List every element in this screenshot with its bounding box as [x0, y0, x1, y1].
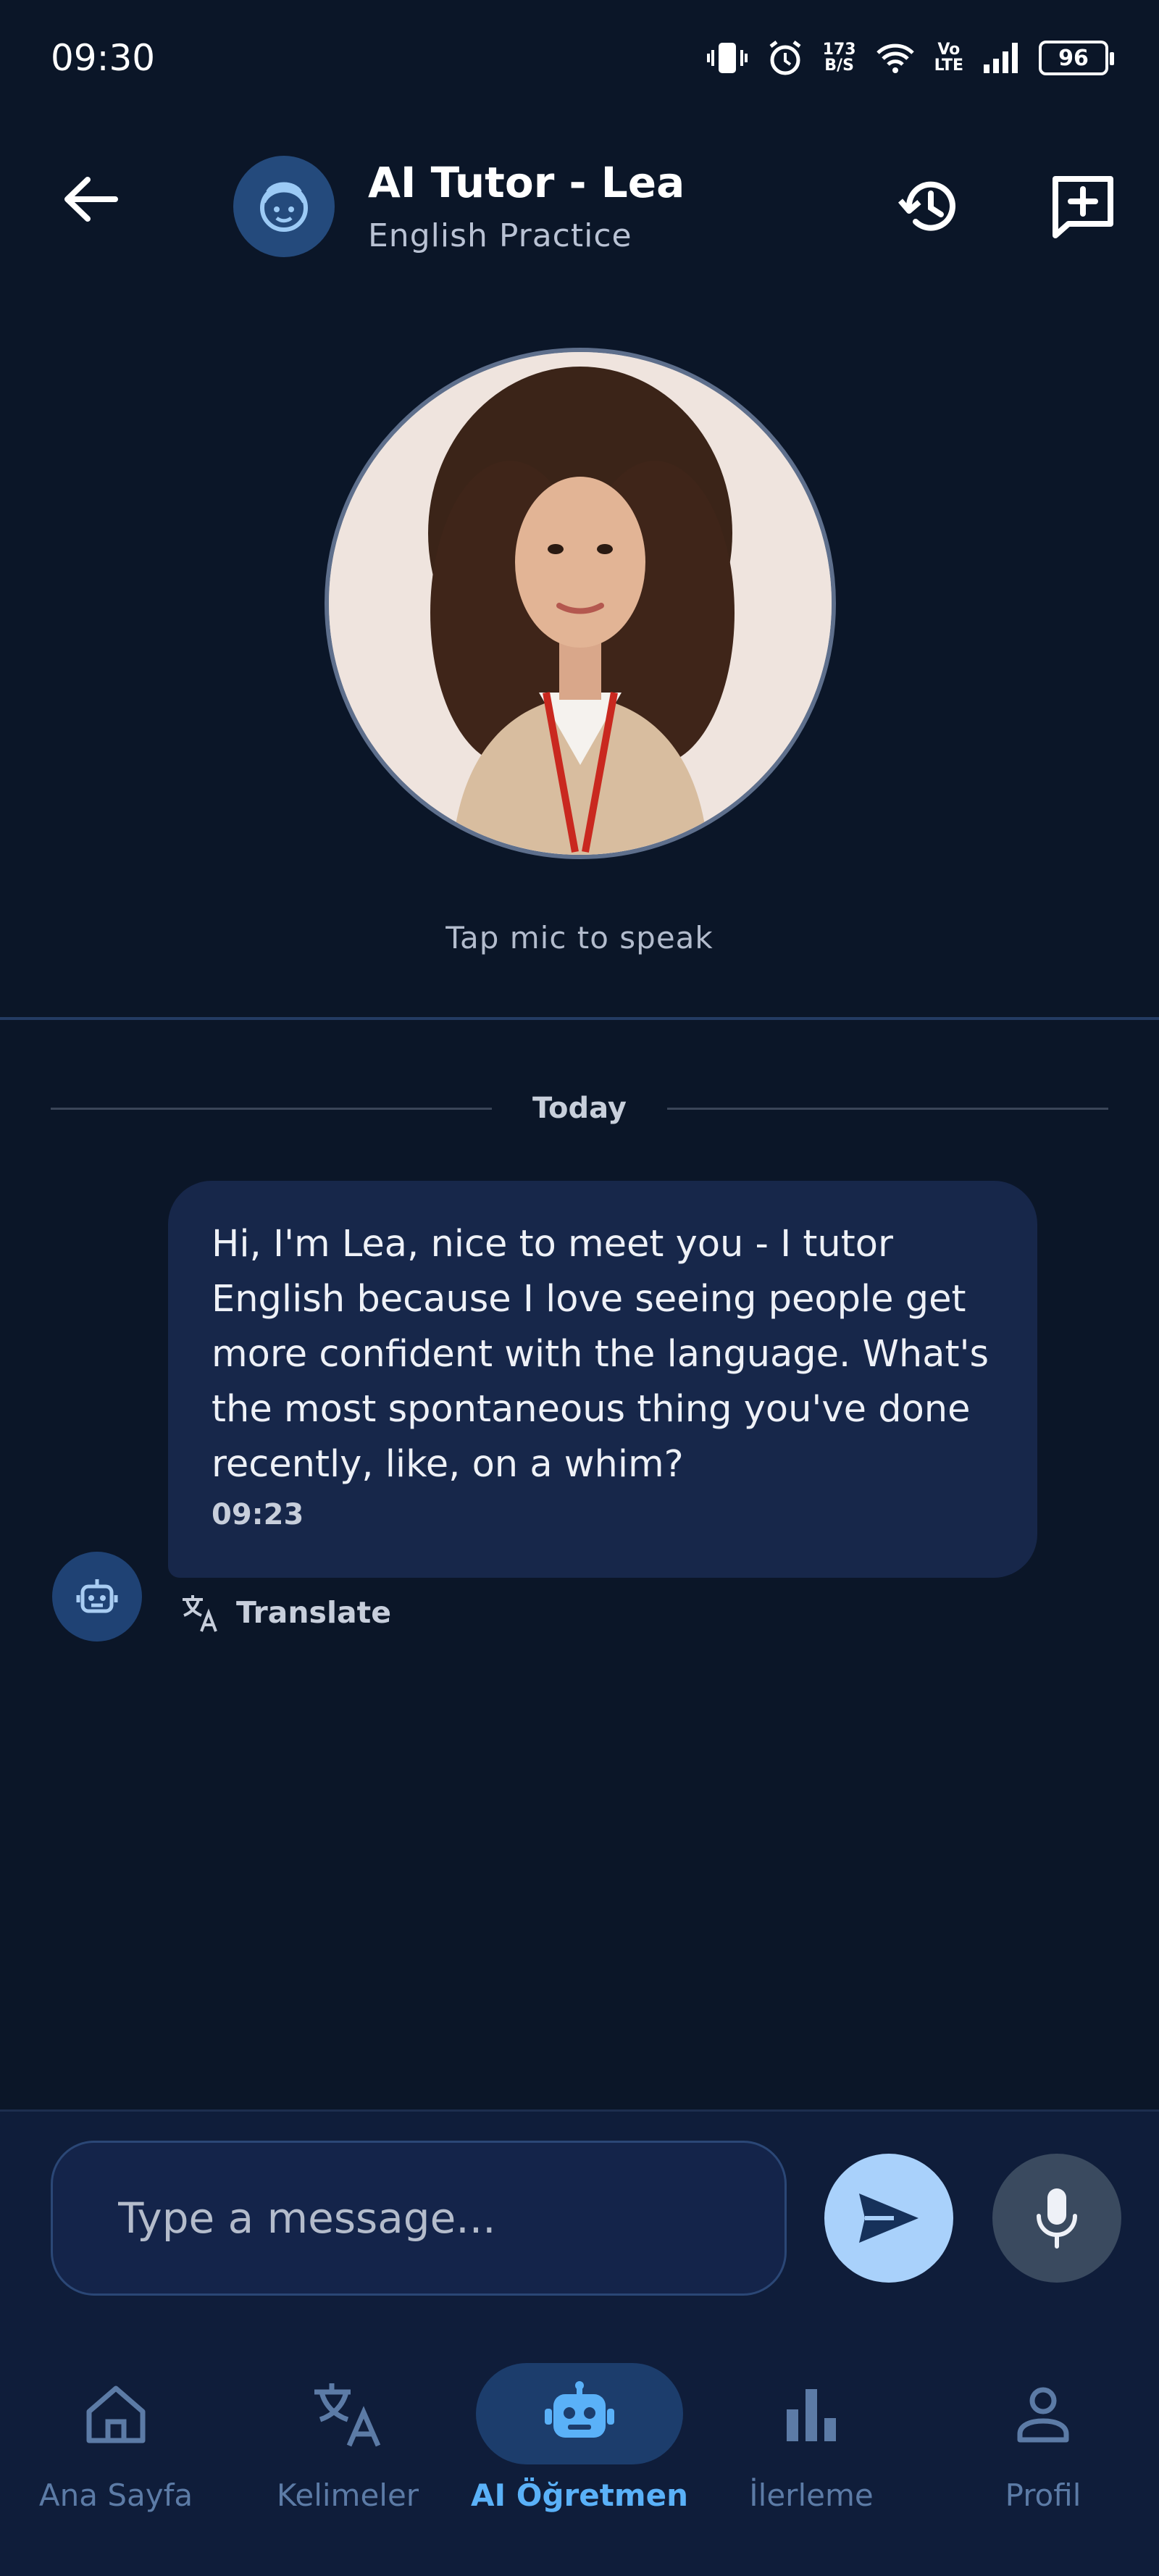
- translate-icon: [314, 2383, 381, 2447]
- mic-button[interactable]: [992, 2154, 1121, 2283]
- status-time: 09:30: [51, 37, 156, 79]
- nav-item-words[interactable]: Kelimeler: [232, 2363, 464, 2537]
- nav-label: İlerleme: [749, 2477, 874, 2513]
- face-icon: [260, 182, 308, 232]
- bot-message-bubble: Hi, I'm Lea, nice to meet you - I tutor …: [168, 1181, 1037, 1578]
- message-input[interactable]: [51, 2141, 787, 2296]
- person-icon: [1017, 2387, 1069, 2443]
- nav-item-ai-tutor[interactable]: AI Öğretmen: [464, 2363, 695, 2537]
- nav-item-home[interactable]: Ana Sayfa: [0, 2363, 232, 2537]
- robot-icon: [76, 1579, 118, 1613]
- nav-label: Kelimeler: [276, 2477, 419, 2513]
- net-speed: 173 B/S: [822, 41, 856, 75]
- chat-header: AI Tutor - Lea English Practice: [0, 138, 1159, 275]
- home-icon: [86, 2385, 146, 2443]
- bot-avatar: [52, 1552, 142, 1642]
- bottom-navigation: Ana Sayfa Kelimeler AI Öğretmen İlerleme…: [0, 2327, 1159, 2576]
- nav-label: Profil: [1005, 2477, 1081, 2513]
- send-button[interactable]: [824, 2154, 953, 2283]
- divider: [51, 1107, 493, 1110]
- arrow-left-icon: [64, 177, 118, 222]
- history-icon: [898, 181, 955, 231]
- send-icon: [859, 2194, 919, 2243]
- section-divider: [0, 1017, 1159, 1020]
- translate-icon: [183, 1595, 217, 1632]
- nav-item-progress[interactable]: İlerleme: [695, 2363, 927, 2537]
- nav-label: AI Öğretmen: [471, 2477, 688, 2513]
- volte-indicator: Vo LTE: [934, 41, 963, 75]
- translate-label: Translate: [236, 1595, 392, 1630]
- message-text: Hi, I'm Lea, nice to meet you - I tutor …: [212, 1223, 989, 1486]
- page-title: AI Tutor - Lea: [368, 158, 685, 207]
- alarm-icon: [769, 41, 801, 75]
- bar-chart-icon: [787, 2389, 836, 2441]
- page-subtitle: English Practice: [368, 217, 632, 254]
- nav-label: Ana Sayfa: [38, 2477, 193, 2513]
- divider: [666, 1107, 1109, 1110]
- tutor-portrait: [325, 348, 836, 859]
- tutor-photo: [329, 352, 832, 855]
- date-separator: Today: [51, 1087, 1109, 1130]
- robot-icon: [545, 2381, 614, 2438]
- back-button[interactable]: [58, 167, 123, 232]
- microphone-icon: [1037, 2188, 1077, 2249]
- add-comment-icon: [1053, 176, 1113, 238]
- status-bar: 09:30 173 B/S Vo LTE 96: [0, 0, 1159, 116]
- active-nav-pill: [476, 2363, 683, 2464]
- signal-icon: [984, 43, 1018, 73]
- message-time: 09:23: [212, 1498, 304, 1531]
- nav-item-profile[interactable]: Profil: [927, 2363, 1159, 2537]
- status-icons: 173 B/S Vo LTE 96: [706, 39, 1114, 77]
- wifi-icon: [876, 43, 914, 73]
- history-button[interactable]: [890, 167, 969, 246]
- new-chat-button[interactable]: [1043, 167, 1123, 246]
- message-composer: [0, 2109, 1159, 2327]
- date-label: Today: [532, 1092, 627, 1125]
- tutor-avatar-small: [233, 156, 335, 257]
- tap-mic-hint: Tap mic to speak: [445, 920, 714, 955]
- battery-indicator: 96: [1039, 41, 1114, 75]
- translate-button[interactable]: Translate: [180, 1591, 391, 1634]
- vibrate-icon: [706, 43, 748, 73]
